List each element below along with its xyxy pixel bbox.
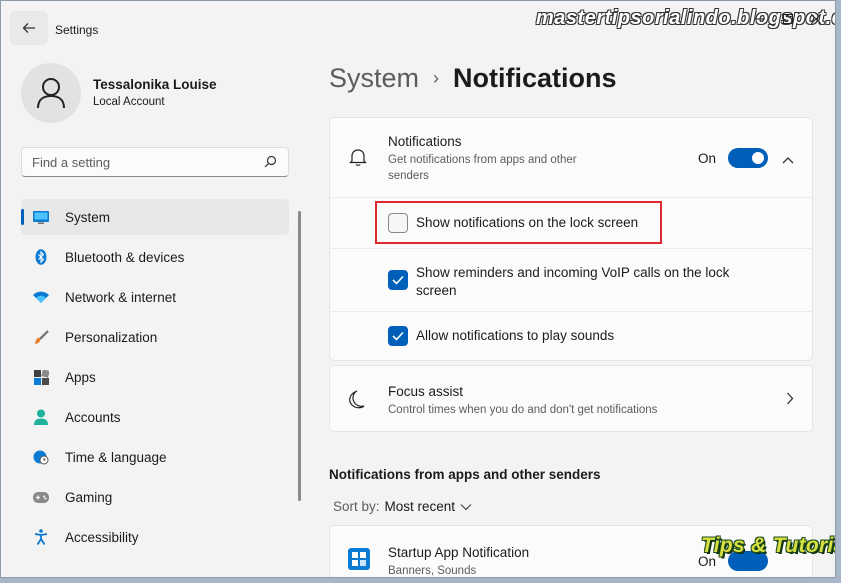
maximize-icon (783, 14, 793, 24)
notifications-toggle[interactable] (728, 148, 768, 168)
sidebar-item-label: Accounts (65, 409, 121, 425)
option-row-sounds: Allow notifications to play sounds (330, 312, 812, 360)
chevron-up-icon[interactable] (782, 151, 794, 169)
user-icon (37, 78, 65, 109)
accessibility-icon (33, 529, 49, 545)
sidebar-item-time-language[interactable]: Time & language (21, 439, 289, 475)
close-icon (811, 14, 821, 24)
globe-clock-icon (33, 449, 49, 465)
close-button[interactable] (809, 11, 823, 27)
arrow-left-icon (22, 23, 35, 33)
back-button[interactable] (10, 11, 48, 45)
sidebar-item-bluetooth[interactable]: Bluetooth & devices (21, 239, 289, 275)
sidebar-item-label: System (65, 209, 111, 225)
gamepad-icon (33, 489, 49, 505)
reminders-checkbox[interactable] (388, 270, 408, 290)
sidebar-item-label: Accessibility (65, 529, 139, 545)
sidebar-item-accounts[interactable]: Accounts (21, 399, 289, 435)
settings-window: Settings mastertipsorialindo.blogspot.co… (0, 0, 836, 578)
focus-assist-title: Focus assist (388, 384, 464, 399)
app-title: Settings (55, 23, 99, 37)
sidebar-item-label: Bluetooth & devices (65, 249, 185, 265)
apps-icon (33, 369, 49, 385)
senders-section-title: Notifications from apps and other sender… (329, 467, 601, 482)
chevron-right-icon (786, 392, 794, 410)
app-detail: Banners, Sounds (388, 565, 477, 577)
sidebar-item-label: Time & language (65, 449, 167, 465)
maximize-button[interactable] (781, 11, 795, 27)
startup-app-icon (352, 552, 366, 566)
tips-tutorial-logo: Tips & Tutorial (701, 534, 835, 557)
toggle-knob (752, 152, 764, 164)
page-title: Notifications (453, 63, 617, 93)
sidebar-item-label: Network & internet (65, 289, 177, 305)
sidebar-item-gaming[interactable]: Gaming (21, 479, 289, 515)
reminders-label: Show reminders and incoming VoIP calls o… (416, 265, 730, 298)
user-name: Tessalonika Louise (93, 77, 217, 92)
sidebar-item-label: Gaming (65, 489, 113, 505)
breadcrumb: System › Notifications (329, 63, 617, 94)
sidebar-item-personalization[interactable]: Personalization (21, 319, 289, 355)
app-name: Startup App Notification (388, 545, 530, 560)
search-box[interactable] (21, 147, 289, 177)
minimize-button[interactable] (753, 11, 767, 27)
bluetooth-icon (33, 249, 49, 265)
sort-dropdown[interactable]: Sort by: Most recent (333, 499, 472, 514)
checkmark-icon (392, 331, 404, 341)
title-bar: Settings mastertipsorialindo.blogspot.co… (1, 1, 835, 51)
sounds-label: Allow notifications to play sounds (416, 328, 615, 343)
monitor-icon (33, 209, 49, 225)
sidebar-item-accessibility[interactable]: Accessibility (21, 519, 289, 555)
notifications-toggle-label: On (697, 151, 716, 166)
sounds-checkbox[interactable] (388, 326, 408, 346)
search-icon (264, 155, 277, 173)
minimize-icon (755, 18, 765, 20)
account-type: Local Account (93, 96, 165, 108)
sort-value: Most recent (384, 499, 456, 514)
checkmark-icon (392, 275, 404, 285)
sidebar-item-label: Apps (65, 369, 96, 385)
search-input[interactable] (32, 153, 252, 171)
notifications-title: Notifications (388, 134, 462, 149)
notifications-header-row[interactable]: Notifications Get notifications from app… (330, 118, 812, 198)
breadcrumb-parent[interactable]: System (329, 63, 419, 94)
notifications-description: Get notifications from apps and other se… (388, 154, 577, 182)
focus-assist-description: Control times when you do and don't get … (388, 404, 658, 416)
person-icon (33, 409, 49, 425)
sidebar-scrollbar[interactable] (298, 211, 301, 501)
option-row-reminders: Show reminders and incoming VoIP calls o… (330, 249, 812, 312)
sidebar-item-apps[interactable]: Apps (21, 359, 289, 395)
sidebar-item-label: Personalization (65, 329, 158, 345)
app-icon (348, 548, 370, 570)
wifi-icon (33, 289, 49, 305)
bell-icon (348, 147, 368, 172)
focus-assist-card[interactable]: Focus assist Control times when you do a… (329, 365, 813, 432)
window-controls (753, 11, 823, 27)
chevron-down-icon (460, 499, 472, 514)
avatar[interactable] (21, 63, 81, 123)
sidebar-item-system[interactable]: System (21, 199, 289, 235)
highlight-box (375, 201, 662, 244)
sidebar-nav: System Bluetooth & devices Network & int… (21, 199, 289, 559)
sidebar-item-network[interactable]: Network & internet (21, 279, 289, 315)
brush-icon (33, 329, 49, 345)
sort-label: Sort by: (333, 499, 380, 514)
breadcrumb-separator: › (433, 68, 440, 88)
moon-icon (348, 389, 366, 414)
